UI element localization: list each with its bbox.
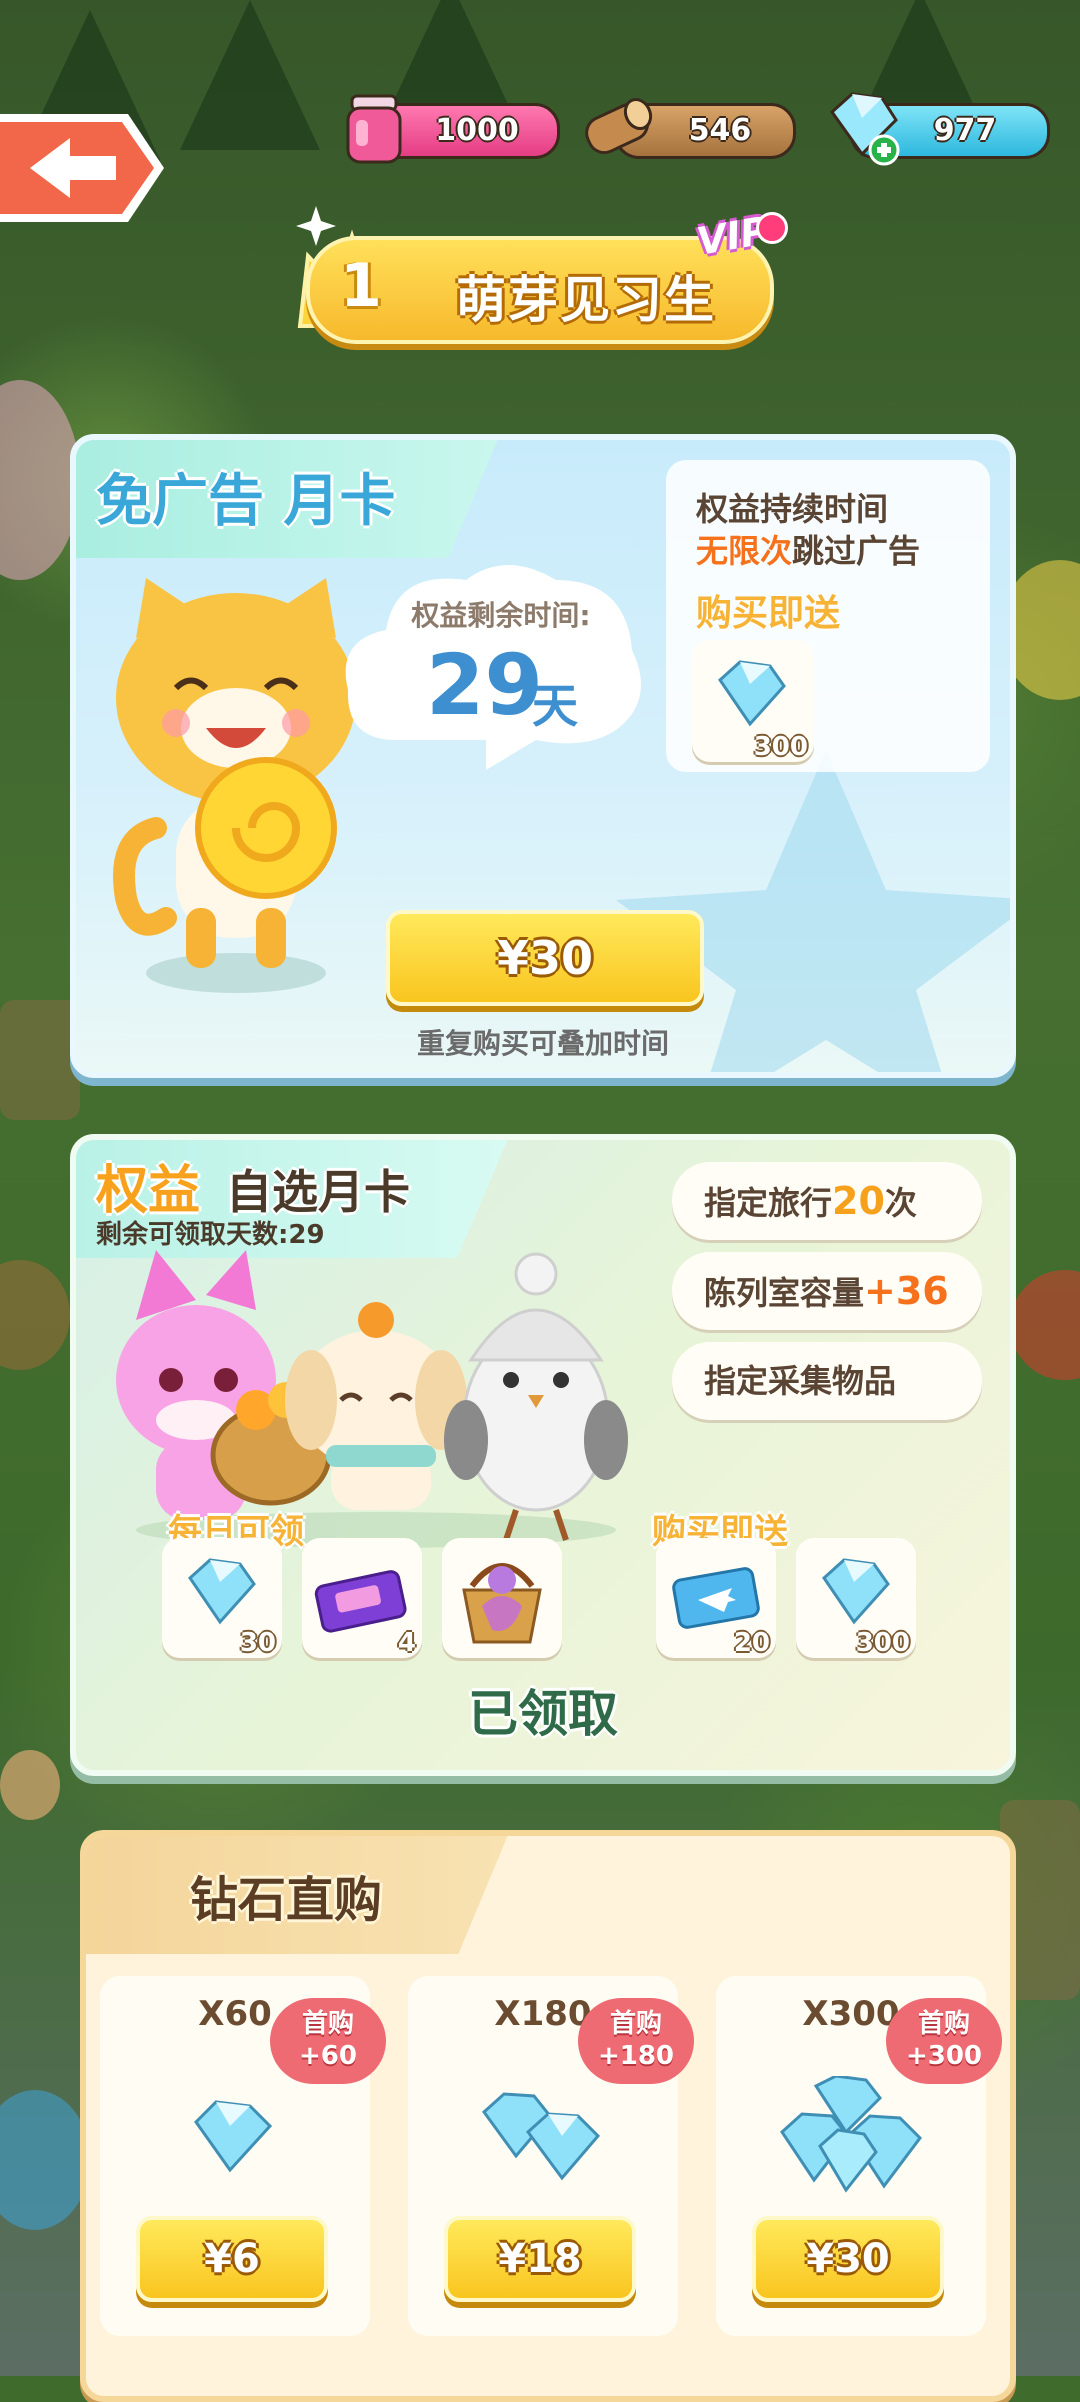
- buy-gift-label: 购买即送: [696, 593, 841, 634]
- decoration: [0, 1750, 60, 1820]
- perk-gather-item: 指定采集物品: [672, 1342, 982, 1420]
- decoration: [1010, 1270, 1080, 1380]
- diamond-shop-card: 钻石直购 X60 首购 +60 ¥6 X180 首购 +180 ¥18 X300…: [80, 1830, 1016, 2402]
- back-button[interactable]: [0, 108, 168, 228]
- daily-item-diamond[interactable]: 30: [162, 1538, 282, 1658]
- decoration: [0, 1260, 70, 1370]
- benefit-skip-ads-text: 跳过广告: [792, 532, 921, 570]
- gift-diamond-slot[interactable]: 300: [692, 640, 814, 762]
- sparkle-icon: [296, 206, 336, 246]
- jam-jar-icon: [346, 94, 402, 164]
- daily-item-basket[interactable]: [442, 1538, 562, 1658]
- daily-diamond-qty: 30: [239, 1628, 276, 1658]
- notification-dot: [756, 212, 788, 244]
- vip-level-number: 1: [340, 251, 382, 321]
- first-purchase-bubble: 首购 +180: [578, 1998, 694, 2084]
- choice-monthly-card: 权益 自选月卡 剩余可领取天数:29 指定旅行20次 陈列室容量+36 指定采集…: [70, 1134, 1016, 1776]
- back-arrow-icon: [0, 114, 164, 222]
- buy-item-travel-ticket[interactable]: 20: [656, 1538, 776, 1658]
- stack-time-note: 重复购买可叠加时间: [416, 1027, 669, 1060]
- jam-value: 1000: [435, 113, 519, 148]
- diamond-pack-300[interactable]: X300 首购 +300 ¥30: [716, 1976, 1002, 2336]
- perk-gather-label: 指定采集物品: [704, 1362, 897, 1400]
- perk-showroom-capacity: 陈列室容量+36: [672, 1252, 982, 1330]
- diamond-pack-60[interactable]: X60 首购 +60 ¥6: [100, 1976, 386, 2336]
- travel-ticket-icon: [672, 1567, 760, 1629]
- perk-travel-label: 指定旅行: [704, 1184, 833, 1222]
- first-purchase-label: 首购: [609, 2009, 662, 2039]
- diamond-icon: [718, 660, 786, 727]
- remaining-days-value: 29: [426, 636, 543, 734]
- benefit-duration-text: 权益持续时间: [696, 490, 889, 528]
- daily-item-ticket[interactable]: 4: [302, 1538, 422, 1658]
- diamond-icon: [822, 1558, 890, 1625]
- buy-item-diamond[interactable]: 300: [796, 1538, 916, 1658]
- first-purchase-bonus: +60: [299, 2041, 357, 2071]
- diamond-add-icon[interactable]: [822, 88, 906, 168]
- diamond-pile-icon: [780, 2076, 922, 2193]
- remaining-time-label: 权益剩余时间:: [411, 599, 591, 632]
- first-purchase-label: 首购: [917, 2009, 970, 2039]
- wood-log-icon: [585, 97, 653, 155]
- diamond-icon: [188, 1558, 256, 1625]
- diamond-icon: [194, 2100, 273, 2173]
- buy-60-button[interactable]: ¥6: [136, 2216, 328, 2302]
- path: [0, 1000, 80, 1120]
- diamond-value: 977: [933, 113, 997, 148]
- decoration: [0, 380, 80, 580]
- first-purchase-bonus: +180: [597, 2041, 675, 2071]
- basket-icon: [462, 1563, 542, 1644]
- perk-capacity-value: +36: [864, 1269, 949, 1313]
- ad-card-title: 免广告 月卡: [96, 469, 396, 534]
- first-purchase-label: 首购: [301, 2009, 354, 2039]
- pine-tree: [180, 0, 320, 150]
- benefit-panel: 权益持续时间 无限次跳过广告 购买即送 300: [666, 460, 990, 772]
- perk-capacity-label: 陈列室容量: [704, 1274, 865, 1312]
- buy-300-button[interactable]: ¥30: [752, 2216, 944, 2302]
- diamonds-icon: [481, 2092, 601, 2181]
- remaining-claim-days: 剩余可领取天数:29: [96, 1220, 325, 1250]
- buy-travel-qty: 20: [733, 1628, 770, 1658]
- claimed-status: 已领取: [468, 1685, 618, 1743]
- benefit-unlimited-highlight: 无限次: [696, 532, 793, 570]
- perk-travel: 指定旅行20次: [672, 1162, 982, 1240]
- wood-value: 546: [688, 113, 752, 148]
- first-purchase-bubble: 首购 +60: [270, 1998, 386, 2084]
- vip-title: 萌芽见习生: [456, 271, 716, 329]
- decoration: [0, 2090, 90, 2230]
- diamond-shop-title: 钻石直购: [190, 1872, 383, 1928]
- buy-180-button[interactable]: ¥18: [444, 2216, 636, 2302]
- gift-qty: 300: [753, 732, 808, 762]
- ticket-icon: [314, 1570, 407, 1633]
- perk-travel-value: 20: [832, 1179, 885, 1223]
- first-purchase-bonus: +300: [905, 2041, 983, 2071]
- diamond-pack-180[interactable]: X180 首购 +180 ¥18: [408, 1976, 694, 2336]
- perk-travel-unit: 次: [884, 1184, 917, 1222]
- ad-card-buy-button[interactable]: ¥30: [386, 910, 704, 1006]
- cat-mascot-illustration: [113, 578, 356, 993]
- ad-free-monthly-card: 免广告 月卡 权益剩余时间: 29 天 权益持续时间 无限次跳过广告 购买即送: [70, 434, 1016, 1078]
- remaining-days-unit: 天: [532, 679, 578, 733]
- choice-card-title: 自选月卡: [226, 1165, 410, 1219]
- buy-diamond-qty: 300: [855, 1628, 910, 1658]
- first-purchase-bubble: 首购 +300: [886, 1998, 1002, 2084]
- daily-ticket-qty: 4: [397, 1628, 416, 1658]
- choice-card-title-highlight: 权益: [96, 1161, 201, 1221]
- vip-level-banner[interactable]: 1 萌芽见习生 VIP: [296, 206, 796, 346]
